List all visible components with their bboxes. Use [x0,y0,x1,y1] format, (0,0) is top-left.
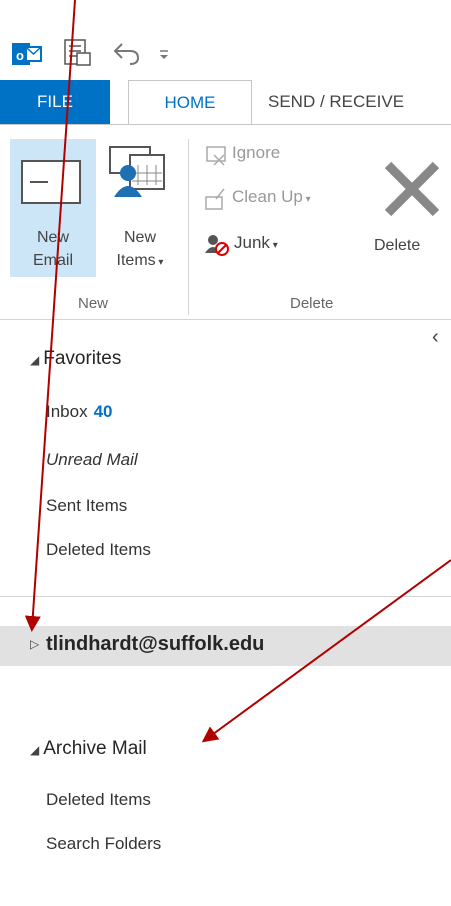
folder-archive-deleted-items[interactable]: Deleted Items [46,790,151,810]
clean-up-icon [204,187,228,216]
expanded-triangle-icon: ◢ [30,743,40,757]
group-label-new: New [78,295,109,312]
new-items-button[interactable]: New Items ▾ [98,139,182,277]
collapse-pane-icon[interactable]: ‹ [432,326,439,349]
outlook-logo-icon: o [12,40,42,73]
delete-x-icon [382,159,442,224]
ribbon-tabs: FILE HOME SEND / RECEIVE [0,80,451,125]
ignore-button[interactable]: Ignore [204,139,324,171]
junk-button[interactable]: Junk ▾ [204,229,324,261]
clean-up-label: Clean Up ▾ [232,187,311,206]
tab-home[interactable]: HOME [128,80,252,125]
dropdown-arrow-icon: ▾ [155,257,164,268]
folder-search-folders[interactable]: Search Folders [46,834,161,854]
customize-toolbar-icon[interactable] [158,48,170,66]
send-receive-all-icon[interactable] [62,38,92,73]
folder-sent-items[interactable]: Sent Items [46,496,127,516]
account-label: tlindhardt@suffolk.edu [46,633,265,655]
tab-send-receive[interactable]: SEND / RECEIVE [268,80,451,124]
favorites-header[interactable]: ◢ Favorites [30,348,121,370]
clean-up-button[interactable]: Clean Up ▾ [204,183,354,215]
new-email-label-2: Email [32,252,73,269]
divider [0,596,451,597]
collapsed-triangle-icon: ▷ [30,637,40,651]
folder-deleted-items[interactable]: Deleted Items [46,540,151,560]
new-items-label-1: New [123,229,156,246]
group-label-delete: Delete [290,295,334,312]
dropdown-arrow-icon: ▾ [269,240,278,251]
junk-label: Junk ▾ [234,233,278,252]
delete-label: Delete [374,237,421,254]
unread-count-badge: 40 [93,402,113,421]
expanded-triangle-icon: ◢ [30,353,40,367]
junk-icon [204,233,230,262]
ignore-label: Ignore [232,143,281,162]
delete-button[interactable]: Delete [372,139,451,277]
new-items-icon [108,145,170,210]
folder-inbox[interactable]: Inbox 40 [46,402,113,422]
ribbon-home: New Email New Items ▾ New Ignore Clean U… [0,124,451,320]
quick-access-toolbar: o [0,0,451,80]
archive-mail-header[interactable]: ◢ Archive Mail [30,738,147,760]
undo-icon[interactable] [112,40,142,71]
folder-pane: ‹ ◢ Favorites Inbox 40 Unread Mail Sent It… [0,320,451,906]
account-folder-row[interactable]: ▷ tlindhardt@suffolk.edu [0,626,451,666]
new-email-label-1: New [36,229,69,246]
svg-text:o: o [16,48,24,63]
new-email-button[interactable]: New Email [10,139,96,277]
tab-file[interactable]: FILE [0,80,110,124]
dropdown-arrow-icon: ▾ [302,194,311,205]
new-items-label-2: Items ▾ [116,252,164,269]
new-email-icon [20,159,84,210]
group-separator [188,139,189,315]
folder-unread-mail[interactable]: Unread Mail [46,450,138,470]
ignore-icon [204,143,228,172]
